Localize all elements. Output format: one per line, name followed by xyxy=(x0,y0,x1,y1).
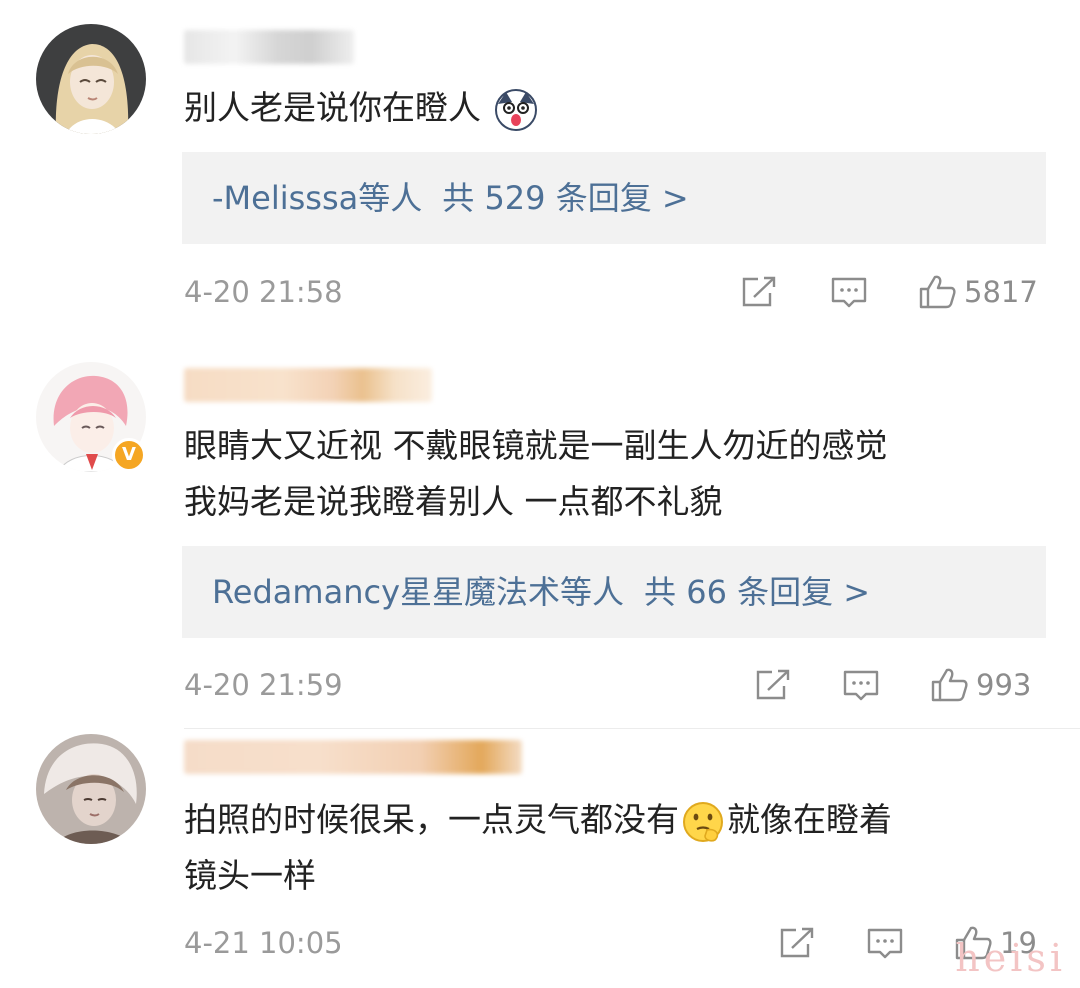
timestamp: 4-21 10:05 xyxy=(184,926,343,960)
share-icon xyxy=(742,276,776,307)
comment-text: 拍照的时候很呆，一点灵气都没有 就像在瞪着 镜头一样 xyxy=(184,794,1054,902)
timestamp: 4-20 21:58 xyxy=(184,275,343,309)
username-blurred[interactable] xyxy=(184,368,432,402)
comment-text-part: 就像在瞪着 xyxy=(727,800,892,839)
share-icon xyxy=(756,669,790,700)
verified-badge: V xyxy=(112,438,146,472)
share-button[interactable] xyxy=(740,272,778,312)
comment-icon xyxy=(867,928,903,959)
share-button[interactable] xyxy=(778,923,816,963)
comment-button[interactable] xyxy=(830,272,868,312)
comment-text-part: 拍照的时候很呆，一点灵气都没有 xyxy=(184,800,679,839)
like-button[interactable]: 993 xyxy=(930,665,1031,705)
comment-text-line: 眼睛大又近视 不戴眼镜就是一副生人勿近的感觉 xyxy=(184,426,888,465)
timestamp: 4-20 21:59 xyxy=(184,668,343,702)
watermark: heisi xyxy=(955,936,1066,980)
comment-text: 眼睛大又近视 不戴眼镜就是一副生人勿近的感觉 我妈老是说我瞪着别人 一点都不礼貌 xyxy=(184,420,1054,528)
comment-text-line: 镜头一样 xyxy=(184,856,316,895)
reply-summary[interactable]: -Melisssa等人共 529 条回复 > xyxy=(182,152,1046,244)
reply-suffix: 等人 xyxy=(560,573,625,611)
comment-meta: 4-20 21:58 5817 xyxy=(184,272,1046,312)
reply-summary[interactable]: Redamancy星星魔法术等人共 66 条回复 > xyxy=(182,546,1046,638)
like-button[interactable]: 5817 xyxy=(918,272,1038,312)
username-blurred[interactable] xyxy=(184,740,522,774)
avatar[interactable] xyxy=(36,734,146,844)
comment-meta: 4-21 10:05 19 xyxy=(184,923,1046,963)
divider xyxy=(184,728,1080,729)
like-count: 5817 xyxy=(964,275,1038,309)
comment-text-line: 别人老是说你在瞪人 xyxy=(184,88,481,127)
comment-text: 别人老是说你在瞪人 xyxy=(184,82,1054,134)
username-blurred[interactable] xyxy=(184,30,354,64)
comment-icon xyxy=(843,670,879,701)
thinking-face-emoji xyxy=(681,800,725,844)
reply-user-names[interactable]: -Melisssa xyxy=(212,179,358,217)
reply-suffix: 等人 xyxy=(358,179,423,217)
like-icon xyxy=(919,275,956,309)
comment-text-line: 我妈老是说我瞪着别人 一点都不礼貌 xyxy=(184,482,723,521)
reply-user-names[interactable]: Redamancy星星魔法术 xyxy=(212,573,560,611)
avatar[interactable] xyxy=(36,24,146,134)
share-button[interactable] xyxy=(754,665,792,705)
reply-count[interactable]: 共 529 条回复 > xyxy=(442,179,688,217)
like-icon xyxy=(931,668,968,702)
comment-meta: 4-20 21:59 993 xyxy=(184,665,1046,705)
shocked-dog-emoji xyxy=(494,88,538,132)
comment-button[interactable] xyxy=(866,923,904,963)
share-icon xyxy=(780,927,814,958)
comment-button[interactable] xyxy=(842,665,880,705)
like-count: 993 xyxy=(976,668,1032,702)
comment-icon xyxy=(831,277,867,308)
reply-count[interactable]: 共 66 条回复 > xyxy=(644,573,870,611)
